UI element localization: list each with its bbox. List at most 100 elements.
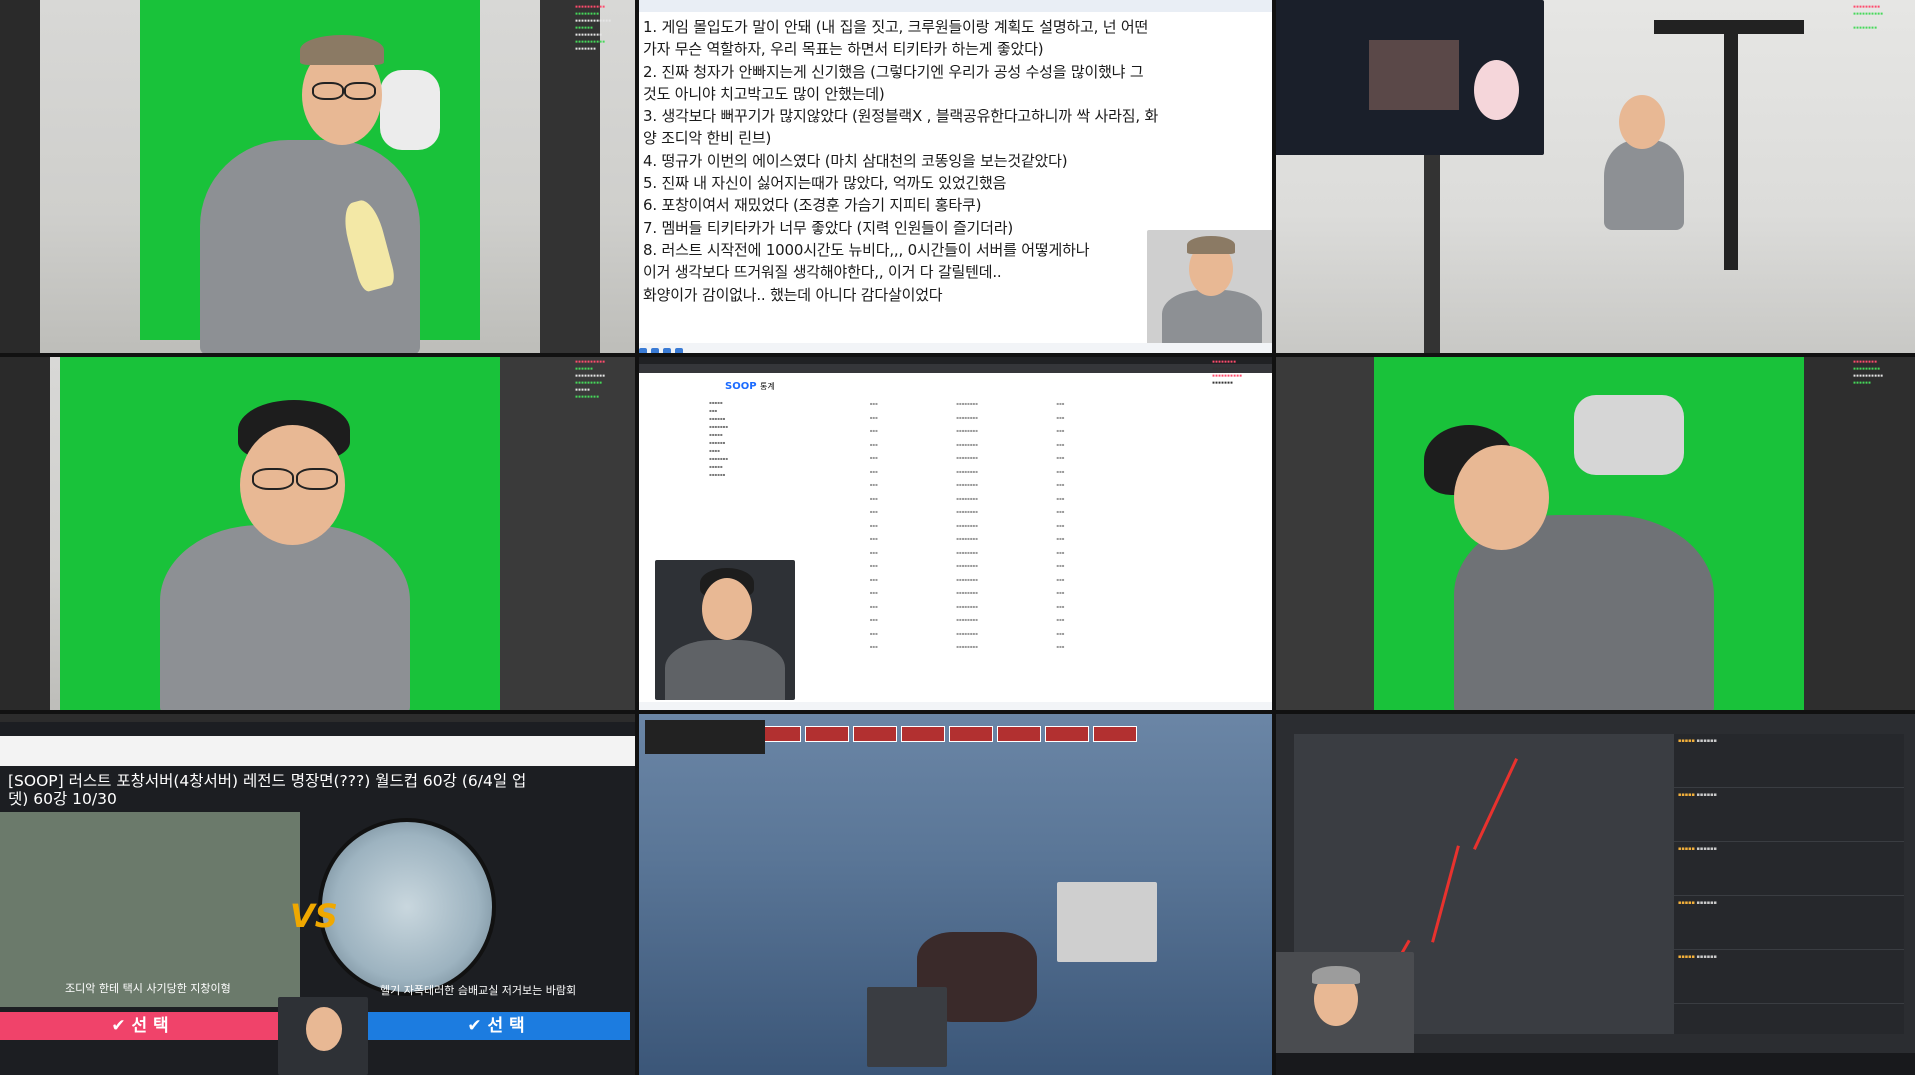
chat-overlay: ▪▪▪▪▪▪▪▪▪▪▪▪▪▪▪▪▪▪▪▪▪▪▪▪▪▪▪▪▪▪▪▪▪▪▪▪▪▪▪▪… — [575, 359, 606, 400]
video-title: [SOOP] 러스트 포창서버(4창서버) 레전드 명장면(???) 월드컵 6… — [8, 772, 527, 808]
notes-line: 이거 생각보다 뜨거워질 생각해야한다,, 이거 다 갈릴텐데.. — [643, 263, 1002, 282]
notes-line: 6. 포창이여서 재밌었다 (조경훈 가슴기 지피티 홍타쿠) — [643, 196, 982, 215]
stats-sidebar[interactable]: ▪▪▪▪▪ ▪▪▪ ▪▪▪▪▪▪ ▪▪▪▪▪▪▪ ▪▪▪▪▪ ▪▪▪▪▪▪ ▪▪▪▪ ▪▪▪▪… — [709, 399, 799, 479]
notes-line: 화양이가 감이없나.. 했는데 아니다 감다살이었다 — [643, 285, 943, 304]
chat-overlay: ▪▪▪▪▪▪▪▪ ▪▪▪▪▪▪ ▪▪▪▪▪▪▪▪▪▪ ▪▪▪▪▪▪▪ — [1212, 359, 1243, 386]
table-row: ▪▪▪ ▪▪▪▪▪▪▪▪ ▪▪▪ — [869, 536, 1065, 541]
stream-cell-rust-worldcup[interactable]: [SOOP] 러스트 포창서버(4창서버) 레전드 명장면(???) 월드컵 6… — [0, 712, 637, 1075]
streamer-face — [1619, 95, 1665, 149]
stream-cell-soop-stats[interactable]: SOOP 통계 ▪▪▪▪▪ ▪▪▪ ▪▪▪▪▪▪ ▪▪▪▪▪▪▪ ▪▪▪▪▪ ▪▪▪▪▪▪… — [637, 355, 1274, 712]
webcam-overlay — [655, 560, 795, 700]
streamer-shirt — [665, 640, 785, 700]
table-row: ▪▪▪ ▪▪▪▪▪▪▪▪ ▪▪▪ — [869, 617, 1065, 622]
streamer-face — [1454, 445, 1549, 550]
table-row: ▪▪▪ ▪▪▪▪▪▪▪▪ ▪▪▪ — [869, 522, 1065, 528]
gym-rack — [0, 355, 50, 712]
soop-logo[interactable]: SOOP 통계 — [725, 381, 775, 392]
sniper-scope-clip[interactable] — [318, 818, 496, 996]
top-left-overlay — [645, 720, 765, 754]
stream-cell-ocean-game[interactable] — [637, 712, 1274, 1075]
streamer-shirt — [1162, 290, 1262, 345]
job-offers-panel[interactable]: ▪▪▪▪▪ ▪▪▪▪▪▪ ▪▪▪▪▪ ▪▪▪▪▪▪ ▪▪▪▪▪ ▪▪▪▪▪▪ ▪… — [1674, 734, 1904, 1034]
stream-cell-truck-map[interactable]: ▪▪▪▪▪ ▪▪▪▪▪▪ ▪▪▪▪▪ ▪▪▪▪▪▪ ▪▪▪▪▪ ▪▪▪▪▪▪ ▪… — [1274, 712, 1915, 1075]
table-row: ▪▪▪ ▪▪▪▪▪▪▪▪ ▪▪▪ — [869, 509, 1065, 514]
webcam-overlay — [1057, 882, 1157, 962]
vote-left-button[interactable]: ✔ 선 택 — [0, 1012, 280, 1040]
soop-logo-sub: 통계 — [760, 382, 775, 391]
route-line — [1473, 758, 1518, 850]
streamer-face — [702, 578, 752, 640]
notes-line: 가자 무슨 역할하자, 우리 목표는 하면서 티키타카 하는게 좋았다) — [643, 40, 1044, 59]
glasses — [296, 468, 338, 490]
notes-text: 1. 게임 몰입도가 말이 안돼 (내 집을 짓고, 크루원들이랑 계획도 설명… — [643, 16, 1159, 306]
table-row: ▪▪▪ ▪▪▪▪▪▪▪▪ ▪▪▪ — [869, 603, 1065, 609]
notes-line: 3. 생각보다 뻐꾸기가 많지않았다 (원정블랙X , 블랙공유한다고하니까 싹… — [643, 107, 1159, 126]
stream-cell-notes[interactable]: 1. 게임 몰입도가 말이 안돼 (내 집을 짓고, 크루원들이랑 계획도 설명… — [637, 0, 1274, 355]
table-row: ▪▪▪ ▪▪▪▪▪▪▪▪ ▪▪▪ — [869, 414, 1065, 420]
table-row: ▪▪▪ ▪▪▪▪▪▪▪▪ ▪▪▪ — [869, 401, 1065, 406]
table-row: ▪▪▪ ▪▪▪▪▪▪▪▪ ▪▪▪ — [869, 441, 1065, 447]
table-row: ▪▪▪ ▪▪▪▪▪▪▪▪ ▪▪▪ — [869, 576, 1065, 582]
table-row: ▪▪▪ ▪▪▪▪▪▪▪▪ ▪▪▪ — [869, 495, 1065, 501]
gym-rack — [540, 0, 600, 355]
webcam-overlay — [278, 997, 368, 1075]
table-row: ▪▪▪ ▪▪▪▪▪▪▪▪ ▪▪▪ — [869, 468, 1065, 474]
table-row: ▪▪▪ ▪▪▪▪▪▪▪▪ ▪▪▪ — [869, 482, 1065, 487]
vote-right-button[interactable]: ✔ 선 택 — [362, 1012, 630, 1040]
cap — [300, 35, 384, 65]
table-row: ▪▪▪ ▪▪▪▪▪▪▪▪ ▪▪▪ — [869, 549, 1065, 555]
gym-rack — [0, 0, 40, 355]
table-row: ▪▪▪ ▪▪▪▪▪▪▪▪ ▪▪▪ — [869, 563, 1065, 568]
streamer-face — [306, 1007, 342, 1051]
table-row: ▪▪▪ ▪▪▪▪▪▪▪▪ ▪▪▪ — [869, 590, 1065, 595]
stream-cell-gym-laughing[interactable]: ▪▪▪▪▪▪▪▪ ▪▪▪▪▪▪▪▪▪ ▪▪▪▪▪▪▪▪▪▪ ▪▪▪▪▪▪ — [1274, 355, 1915, 712]
grid-divider — [635, 0, 639, 1075]
game-structure — [1369, 40, 1459, 110]
streamer-shirt — [160, 525, 410, 712]
cap — [1187, 236, 1235, 254]
stream-cell-gym-talking[interactable]: ▪▪▪▪▪▪▪▪▪▪ ▪▪▪▪▪▪ ▪▪▪▪▪▪▪▪▪▪ ▪▪▪▪▪▪▪▪▪ ▪▪▪▪▪… — [0, 355, 637, 712]
job-offer[interactable]: ▪▪▪▪▪ ▪▪▪▪▪▪ — [1674, 734, 1904, 788]
product-shelf-banner — [0, 736, 637, 766]
stream-cell-gym-banana[interactable]: ▪▪▪▪▪▪▪▪▪▪ ▪▪▪▪▪▪▪▪ ▪▪▪▪▪▪▪▪▪▪▪▪ ▪▪▪▪▪▪ ▪▪▪▪… — [0, 0, 637, 355]
gym-rack — [1724, 30, 1738, 270]
chair — [380, 70, 440, 150]
job-offer[interactable]: ▪▪▪▪▪ ▪▪▪▪▪▪ — [1674, 950, 1904, 1004]
job-offer[interactable]: ▪▪▪▪▪ ▪▪▪▪▪▪ — [1674, 842, 1904, 896]
game-bottom-bar[interactable] — [1274, 1053, 1915, 1075]
chat-overlay: ▪▪▪▪▪▪▪▪ ▪▪▪▪▪▪▪▪▪ ▪▪▪▪▪▪▪▪▪▪ ▪▪▪▪▪▪ — [1853, 359, 1884, 386]
map-clip-left[interactable] — [0, 812, 300, 1007]
notes-line: 5. 진짜 내 자신이 싫어지는때가 많았다, 억까도 있었긴했음 — [643, 174, 1007, 193]
glasses — [344, 82, 376, 100]
notes-line: 4. 떵규가 이번의 에이스였다 (마치 삼대천의 코똥잉을 보는것같았다) — [643, 151, 1068, 170]
notes-line: 1. 게임 몰입도가 말이 안돼 (내 집을 짓고, 크루원들이랑 계획도 설명… — [643, 18, 1149, 36]
notes-line: 것도 아니야 치고박고도 많이 안했는데) — [643, 84, 885, 103]
stream-cell-gym-wide[interactable]: ▪▪▪▪▪▪▪▪▪ ▪▪▪▪▪▪▪▪▪▪ ▪▪▪▪▪▪▪ ▪▪▪▪▪▪▪▪ — [1274, 0, 1915, 355]
vs-badge: VS — [290, 897, 338, 935]
glasses — [252, 468, 294, 490]
stats-table: ▪▪▪ ▪▪▪▪▪▪▪▪ ▪▪▪ ▪▪▪ ▪▪▪▪▪▪▪▪ ▪▪▪ ▪▪▪ ▪▪▪▪▪▪▪… — [827, 401, 1107, 658]
grid-divider — [0, 353, 1915, 357]
job-offer[interactable]: ▪▪▪▪▪ ▪▪▪▪▪▪ — [1674, 788, 1904, 842]
multi-stream-grid: ▪▪▪▪▪▪▪▪▪▪ ▪▪▪▪▪▪▪▪ ▪▪▪▪▪▪▪▪▪▪▪▪ ▪▪▪▪▪▪ ▪▪▪▪… — [0, 0, 1915, 1075]
right-caption: 헬기 자폭테러한 슴배교실 저거보는 바람회 — [380, 984, 577, 997]
job-offer[interactable]: ▪▪▪▪▪ ▪▪▪▪▪▪ — [1674, 896, 1904, 950]
chair — [1574, 395, 1684, 475]
browser-address-bar[interactable] — [637, 364, 1274, 373]
streamer-shirt — [1604, 140, 1684, 230]
notes-line: 7. 멤버들 티키타카가 너무 좋았다 (지력 인원들이 즐기더라) — [643, 218, 1013, 237]
chat-overlay: ▪▪▪▪▪▪▪▪▪ ▪▪▪▪▪▪▪▪▪▪ ▪▪▪▪▪▪▪ ▪▪▪▪▪▪▪▪ — [1853, 4, 1884, 31]
gym-rack — [1274, 355, 1374, 712]
webcam-overlay — [1147, 230, 1274, 345]
glasses — [312, 82, 344, 100]
webcam-overlay — [867, 987, 947, 1067]
table-row: ▪▪▪ ▪▪▪▪▪▪▪▪ ▪▪▪ — [869, 630, 1065, 636]
grid-divider — [1272, 0, 1276, 1075]
table-row: ▪▪▪ ▪▪▪▪▪▪▪▪ ▪▪▪ — [869, 455, 1065, 460]
table-row: ▪▪▪ ▪▪▪▪▪▪▪▪ ▪▪▪ — [869, 428, 1065, 433]
game-capture-overlay — [1274, 0, 1544, 155]
gym-rack — [1804, 355, 1915, 712]
gym-rack — [500, 355, 637, 712]
chat-overlay: ▪▪▪▪▪▪▪▪▪▪▪▪▪▪▪▪▪▪▪▪▪▪▪▪▪▪▪▪▪▪▪▪▪▪▪▪▪▪▪▪… — [575, 4, 612, 52]
document-toolbar — [637, 0, 1274, 12]
